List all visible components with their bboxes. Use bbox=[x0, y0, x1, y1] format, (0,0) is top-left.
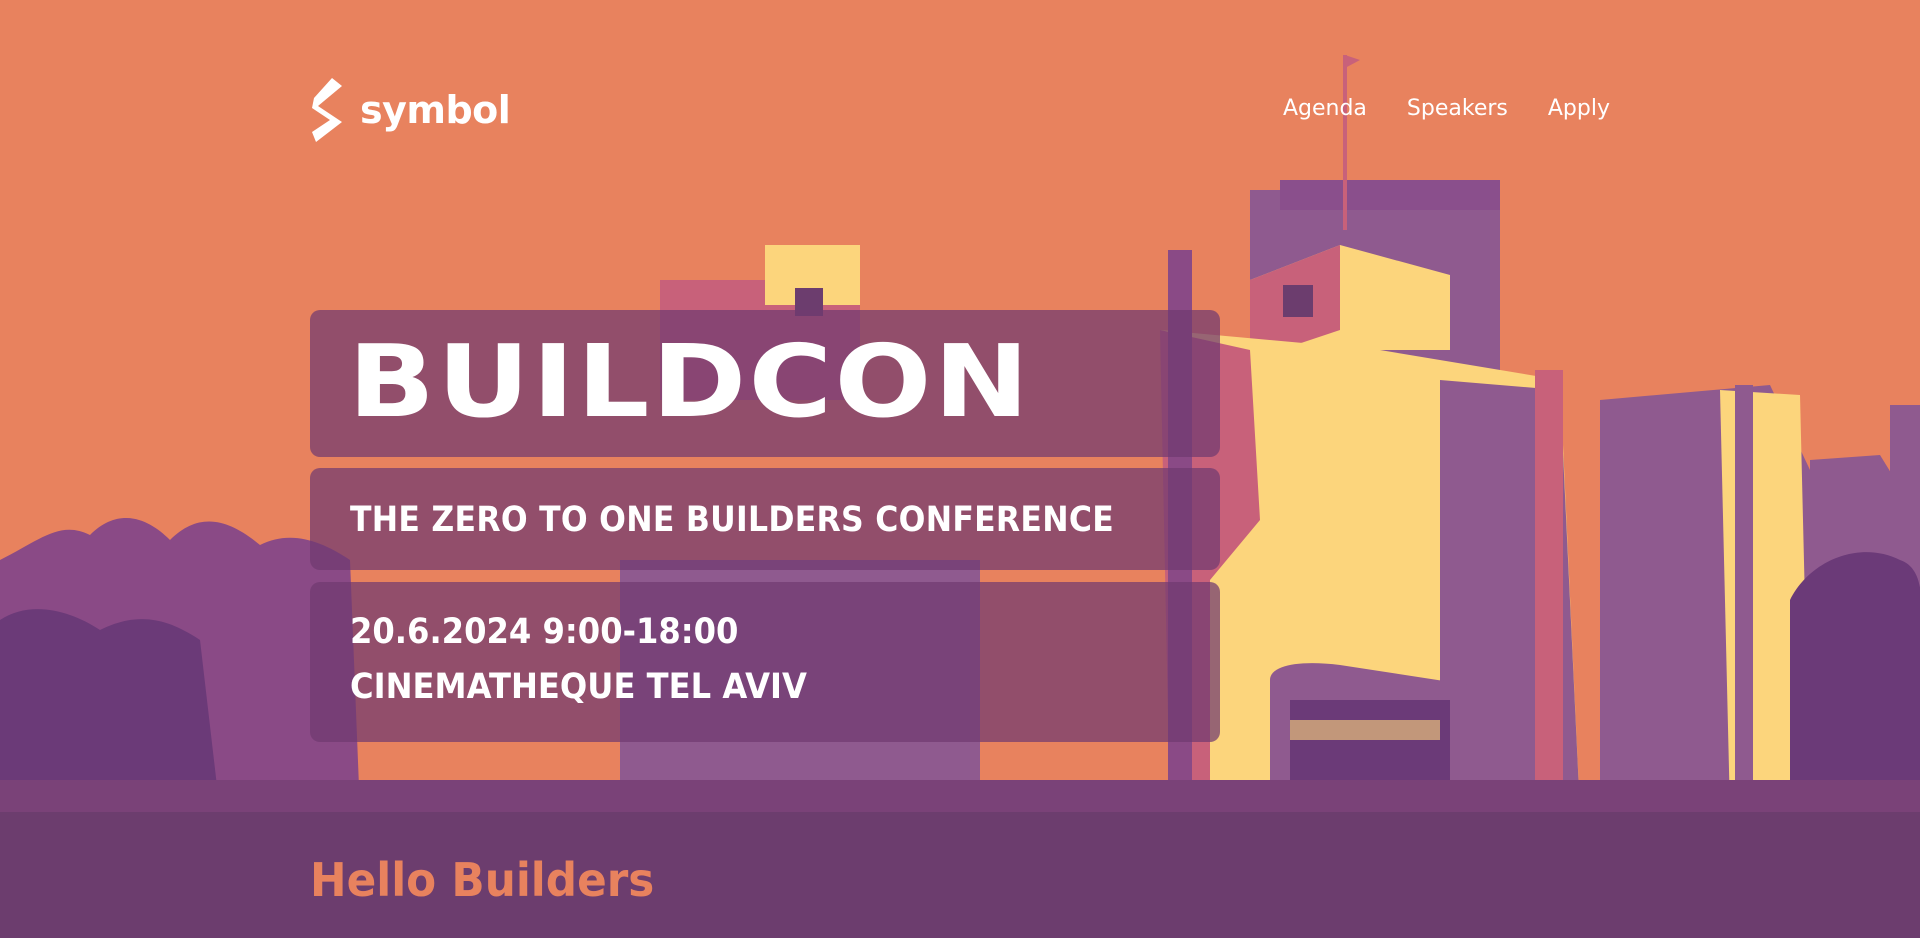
event-tagline: THE ZERO TO ONE BUILDERS CONFERENCE bbox=[350, 500, 1115, 540]
brand-logo[interactable]: symbol bbox=[310, 78, 511, 142]
section-heading: Hello Builders bbox=[310, 853, 655, 907]
nav-item-agenda[interactable]: Agenda bbox=[1283, 96, 1367, 121]
nav-item-speakers[interactable]: Speakers bbox=[1407, 96, 1508, 121]
main-nav: Agenda Speakers Apply bbox=[1283, 96, 1610, 121]
tagline-panel: THE ZERO TO ONE BUILDERS CONFERENCE bbox=[310, 468, 1220, 570]
site-header: symbol Agenda Speakers Apply bbox=[0, 0, 1920, 160]
event-info-panel: 20.6.2024 9:00-18:00 CINEMATHEQUE TEL AV… bbox=[310, 582, 1220, 742]
title-panel: BUILDCON bbox=[310, 310, 1220, 457]
event-venue: CINEMATHEQUE TEL AVIV bbox=[350, 667, 807, 707]
intro-section: Hello Builders bbox=[0, 812, 1920, 938]
event-title: BUILDCON bbox=[348, 323, 1032, 440]
symbol-s-icon bbox=[312, 78, 342, 142]
nav-item-apply[interactable]: Apply bbox=[1548, 96, 1610, 121]
event-date: 20.6.2024 9:00-18:00 bbox=[350, 612, 739, 652]
brand-name: symbol bbox=[360, 88, 511, 132]
hero-section: symbol Agenda Speakers Apply BUILDCON TH… bbox=[0, 0, 1920, 812]
